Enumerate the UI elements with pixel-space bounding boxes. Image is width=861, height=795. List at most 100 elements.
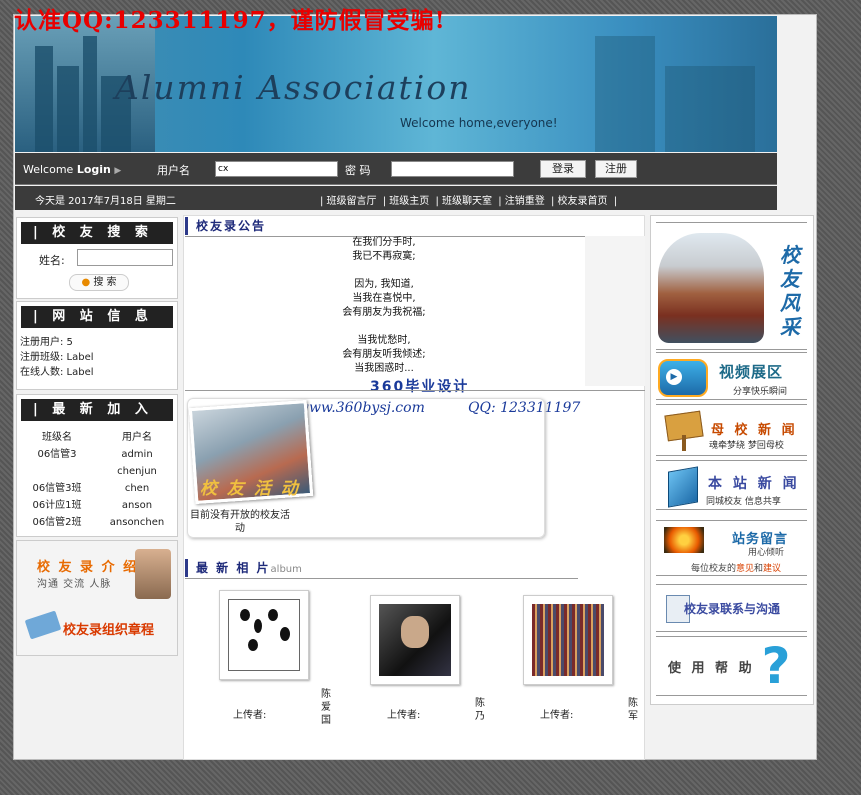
school-news-box[interactable]: 母 校 新 闻 魂牵梦绕 梦回母校: [656, 404, 807, 456]
col-user: 用户名: [122, 432, 152, 443]
guestbook-sub1: 用心倾听: [748, 548, 785, 558]
album-photo-1[interactable]: [219, 590, 309, 680]
help-box[interactable]: 使 用 帮 助 ?: [656, 636, 807, 696]
site-news-sub: 同城校友 信息共享: [706, 497, 781, 507]
school-news-title: 母 校 新 闻: [711, 423, 798, 438]
site-info-header: | 网 站 信 息: [21, 306, 173, 328]
table-row: 06信管2班 ansonchen: [32, 517, 165, 528]
latest-join-header: | 最 新 加 入: [21, 399, 173, 421]
online-users: 在线人数: Label: [20, 367, 94, 378]
help-title: 使 用 帮 助: [668, 661, 755, 676]
style-char: 采: [780, 315, 800, 339]
activity-empty: 目前没有开放的校友活动: [190, 510, 290, 534]
login-label: Login: [76, 163, 111, 176]
uploader-name[interactable]: 陈乃: [475, 697, 487, 723]
style-char: 校: [780, 243, 800, 267]
charter-link[interactable]: 校友录组织章程: [63, 619, 154, 638]
banner-welcome: Welcome home,everyone!: [400, 116, 558, 130]
guestbook-sub2: 每位校友的意见和建议: [691, 564, 782, 574]
site-news-box[interactable]: 本 站 新 闻 同城校友 信息共享: [656, 460, 807, 510]
poem-line: 当我在喜悦中,: [352, 293, 416, 304]
banner-title: Alumni Association: [115, 68, 472, 107]
nav-link-class-guestbook[interactable]: | 班级留言厅: [320, 196, 377, 207]
name-label: 姓名:: [39, 254, 65, 267]
warning-text: 认准QQ:123311197，谨防假冒受骗!: [14, 7, 446, 34]
guestbook-box[interactable]: 站务留言 用心倾听 每位校友的意见和建议: [656, 520, 807, 576]
nav-separator: |: [613, 196, 618, 207]
poem-line: 我已不再寂寞;: [352, 251, 416, 262]
search-button-label: 搜 索: [93, 277, 117, 288]
people-image: [135, 549, 171, 599]
password-label: 密 码: [345, 164, 371, 177]
table-row: 06信管3 admin: [37, 449, 153, 460]
video-title: 视频展区: [719, 363, 784, 381]
username-input[interactable]: [215, 161, 338, 177]
intro-title[interactable]: 校 友 录 介 绍: [37, 556, 138, 575]
album-title: 最 新 相 片: [196, 561, 271, 575]
login-welcome: Welcome Login ▶: [23, 163, 121, 176]
search-header: | 校 友 搜 索: [21, 222, 173, 244]
contact-box[interactable]: 校友录联系与沟通: [656, 584, 807, 632]
site-info-panel: | 网 站 信 息 注册用户: 5 注册班级: Label 在线人数: Labe…: [16, 301, 178, 390]
nav-link-logout[interactable]: | 注销重登: [498, 196, 545, 207]
search-icon: ●: [81, 277, 91, 288]
album-photo-2[interactable]: [370, 595, 460, 685]
arrow-icon: ▶: [114, 166, 122, 176]
poem-line: 在我们分手时,: [352, 237, 416, 248]
login-bar: Welcome Login ▶ 用户名 密 码 登录 注册: [15, 153, 777, 185]
school-news-sub: 魂牵梦绕 梦回母校: [709, 441, 784, 451]
video-sub: 分享快乐瞬间: [733, 387, 788, 397]
activity-label: 校 友 活 动: [200, 479, 300, 499]
username-label: 用户名: [157, 164, 190, 177]
nav-link-class-home[interactable]: | 班级主页: [383, 196, 430, 207]
poem-line: 会有朋友为我祝福;: [342, 307, 426, 318]
contact-title: 校友录联系与沟通: [684, 602, 781, 616]
uploader-label: 上传者:: [233, 710, 267, 721]
uploader-label: 上传者:: [387, 710, 421, 721]
nav-link-class-chat[interactable]: | 班级聊天室: [436, 196, 493, 207]
alumni-style-box[interactable]: 校 友 风 采: [656, 222, 807, 350]
intro-sub: 沟通 交流 人脉: [37, 579, 112, 590]
latest-join-panel: | 最 新 加 入 班级名 用户名 06信管3 admin chenjun 06信管…: [16, 394, 178, 537]
poem-line: 当我困惑时...: [354, 363, 414, 374]
uploader-name[interactable]: 陈爱国: [321, 688, 333, 727]
table-row: 06信管3班 chen: [32, 483, 150, 494]
album-title-en: album: [270, 564, 302, 575]
table-header-row: 班级名 用户名: [17, 429, 177, 446]
register-button[interactable]: 注册: [595, 160, 637, 178]
flower-image: [664, 527, 704, 553]
style-char: 友: [780, 267, 800, 291]
current-date: 今天是 2017年7月18日 星期二: [35, 196, 176, 207]
poem-line: 会有朋友听我倾述;: [342, 349, 426, 360]
nav-link-alumni-home[interactable]: | 校友录首页: [551, 196, 608, 207]
password-input[interactable]: [391, 161, 514, 177]
uploader-name[interactable]: 陈军: [628, 697, 640, 723]
intro-panel: 校 友 录 介 绍 沟通 交流 人脉 校友录组织章程: [16, 540, 178, 656]
play-icon: ▶: [666, 369, 682, 385]
poem-line: 因为, 我知道,: [354, 279, 414, 290]
album-photo-3[interactable]: [523, 595, 613, 685]
search-panel: | 校 友 搜 索 姓名: ● 搜 索: [16, 217, 178, 299]
book-icon: [668, 466, 698, 508]
poem-line: 当我忧愁时,: [357, 335, 411, 346]
registered-users: 注册用户: 5: [20, 337, 73, 348]
question-mark-icon: ?: [761, 637, 791, 695]
table-row: 06计应1班 anson: [32, 500, 153, 511]
style-char: 风: [780, 291, 800, 315]
uploader-label: 上传者:: [540, 710, 574, 721]
col-class: 班级名: [42, 432, 72, 443]
login-button[interactable]: 登录: [540, 160, 586, 178]
table-row: chenjun: [117, 466, 157, 477]
album-header: 最 新 相 片album: [185, 559, 302, 577]
site-banner: Alumni Association Welcome home,everyone…: [15, 16, 777, 152]
notice-header: 校友录公告: [185, 217, 266, 235]
welcome-label: Welcome: [23, 163, 74, 176]
alumni-style-text: 校 友 风 采: [776, 243, 804, 339]
watermark-title: 360毕业设计: [370, 379, 470, 395]
video-box[interactable]: ▶ 视频展区 分享快乐瞬间: [656, 352, 807, 400]
site-news-title: 本 站 新 闻: [708, 476, 800, 492]
name-search-input[interactable]: [77, 249, 173, 266]
search-button[interactable]: ● 搜 索: [69, 274, 129, 291]
building-image: [658, 233, 764, 343]
document-pen-icon: [24, 610, 62, 640]
